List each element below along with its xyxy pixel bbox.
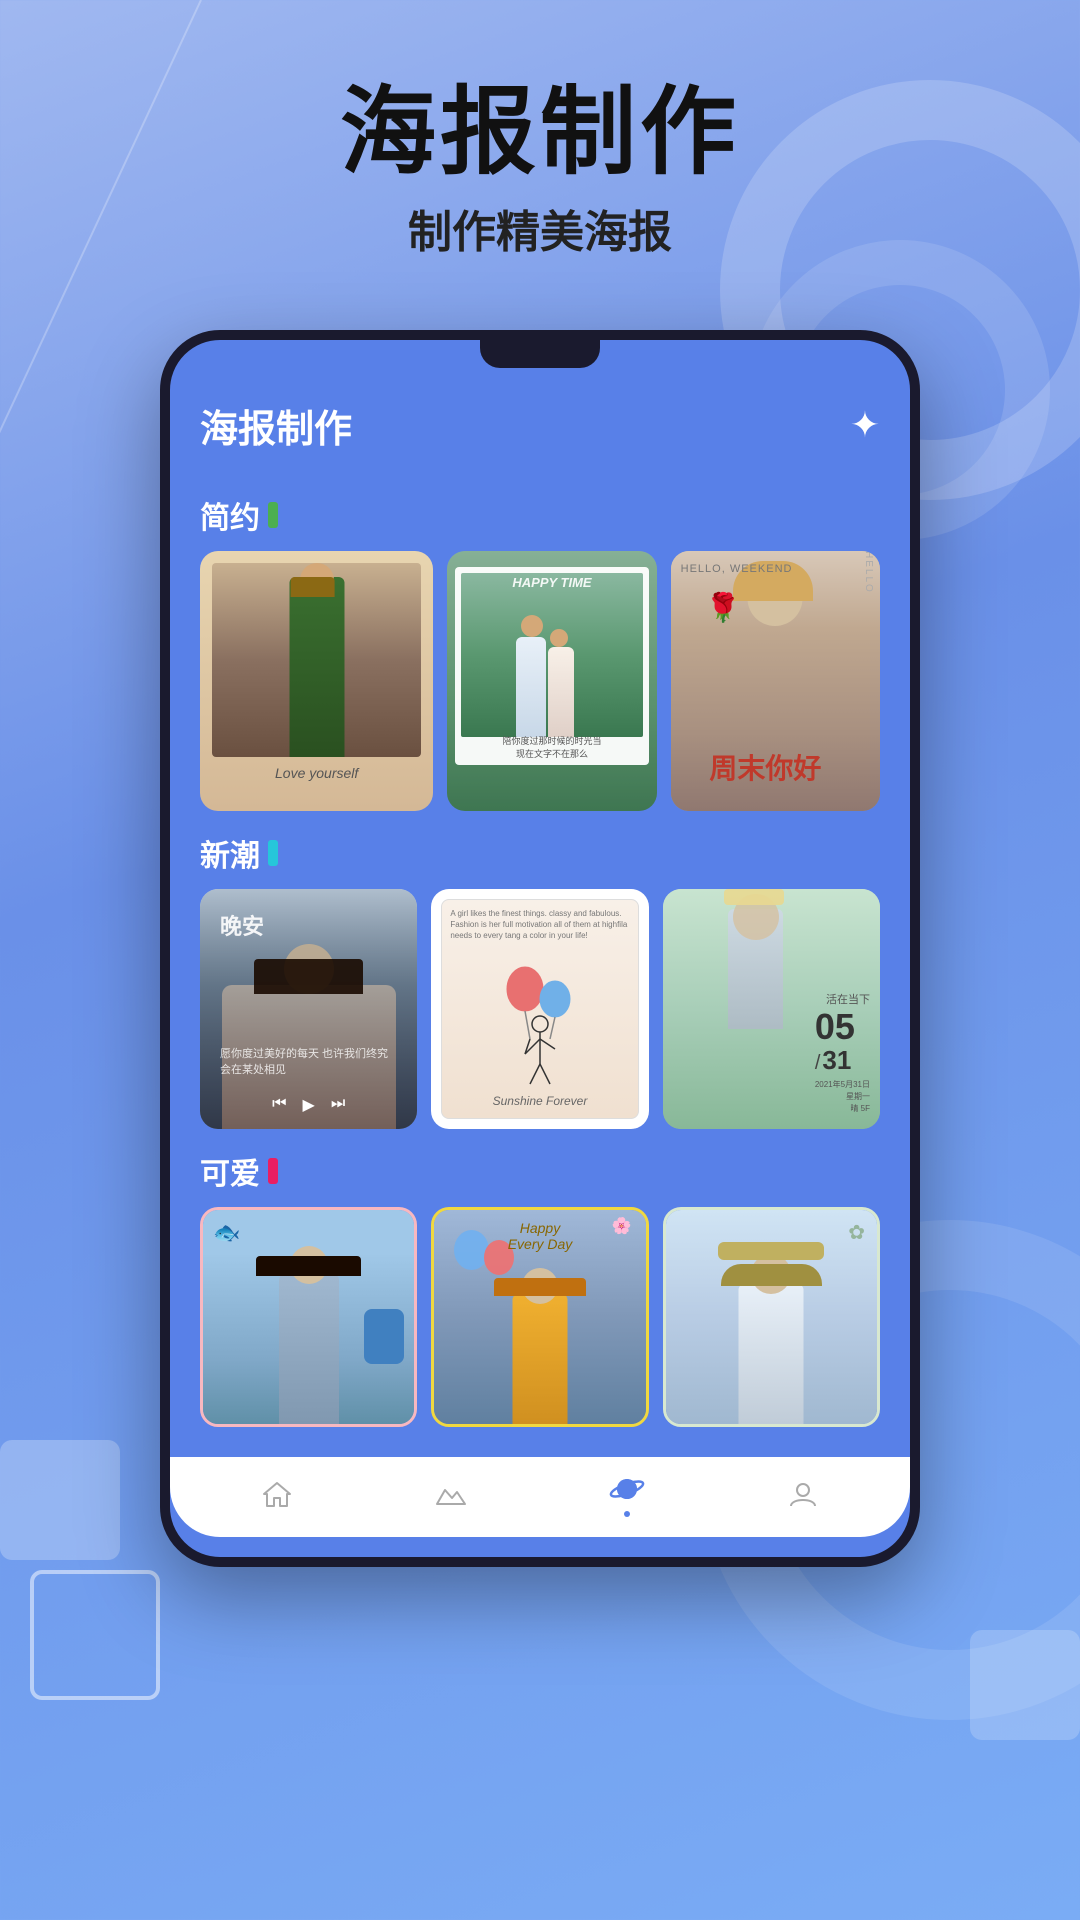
prev-icon[interactable]: ⏮ bbox=[272, 1095, 286, 1115]
cute-template-grid: 🐟 HappyEvery Day 🌸 bbox=[200, 1207, 880, 1427]
template-happy-time[interactable]: 陪你度过那时候的时光当现在文字不在那么 HAPPY TIME bbox=[447, 551, 656, 811]
section-simple: 简约 bbox=[200, 493, 880, 537]
nav-active-dot bbox=[624, 1511, 630, 1517]
section-simple-label: 简约 bbox=[200, 493, 260, 537]
weekend-en-text: HELLO, WEEKEND bbox=[681, 563, 793, 575]
section-cute-accent bbox=[268, 1158, 278, 1184]
section-trendy-accent bbox=[268, 840, 278, 866]
weather-slash: / bbox=[815, 1052, 821, 1075]
happy-time-text: 陪你度过那时候的时光当现在文字不在那么 bbox=[459, 735, 644, 760]
section-simple-accent bbox=[268, 502, 278, 528]
sparkle-icon: ✦ bbox=[850, 404, 880, 446]
section-trendy: 新潮 bbox=[200, 831, 880, 875]
home-icon bbox=[261, 1480, 293, 1508]
phone-mockup: 海报制作 ✦ 简约 Love yourself bbox=[160, 330, 920, 1567]
deco-square-1 bbox=[0, 1440, 120, 1560]
app-inner-title: 海报制作 bbox=[200, 398, 352, 453]
page-header: 海报制作 制作精美海报 bbox=[0, 0, 1080, 300]
template-weather[interactable]: 活在当下 05 / 31 2021年5月31日星期一晴 5F bbox=[663, 889, 880, 1129]
template-goodnight[interactable]: 晚安 愿你度过美好的每天 也许我们终究会在某处相见 ⏮ ▶ ⏭ bbox=[200, 889, 417, 1129]
page-title: 海报制作 bbox=[0, 80, 1080, 186]
weather-info: 活在当下 05 / 31 2021年5月31日星期一晴 5F bbox=[815, 991, 870, 1115]
happy-time-title: HAPPY TIME bbox=[447, 575, 656, 590]
bottom-navigation bbox=[170, 1457, 910, 1537]
template-hello-weekend[interactable]: 🌹 HELLO, WEEKEND 周末你好 HELLO bbox=[671, 551, 880, 811]
section-trendy-label: 新潮 bbox=[200, 831, 260, 875]
cute-blue-icon: 🐟 bbox=[213, 1220, 240, 1246]
nav-landscape[interactable] bbox=[435, 1480, 467, 1508]
music-controls[interactable]: ⏮ ▶ ⏭ bbox=[200, 1095, 417, 1115]
profile-icon bbox=[787, 1480, 819, 1508]
sunshine-top-text: A girl likes the finest things. classy a… bbox=[450, 908, 629, 942]
template-love-yourself[interactable]: Love yourself bbox=[200, 551, 433, 811]
section-cute: 可爱 bbox=[200, 1149, 880, 1193]
play-icon[interactable]: ▶ bbox=[303, 1095, 315, 1115]
sunshine-sketch bbox=[480, 949, 600, 1089]
simple-template-grid: Love yourself 陪你度过那时候的时光当现在文字不在那么 bbox=[200, 551, 880, 811]
love-yourself-image bbox=[212, 563, 421, 757]
phone-content: 海报制作 ✦ 简约 Love yourself bbox=[170, 368, 910, 1447]
weather-day: 31 bbox=[822, 1045, 851, 1076]
phone-notch bbox=[480, 340, 600, 368]
template-cute-blue[interactable]: 🐟 bbox=[200, 1207, 417, 1427]
weekend-vertical-text: HELLO bbox=[863, 551, 874, 811]
deco-square-2 bbox=[30, 1570, 160, 1700]
goodnight-subtext: 愿你度过美好的每天 也许我们终究会在某处相见 bbox=[220, 1046, 397, 1079]
goodnight-main-text: 晚安 bbox=[220, 909, 264, 941]
section-cute-label: 可爱 bbox=[200, 1149, 260, 1193]
weather-activity: 活在当下 bbox=[815, 991, 870, 1007]
weather-month: 05 bbox=[815, 1009, 855, 1045]
flower-deco: 🌸 bbox=[612, 1216, 632, 1236]
nav-profile[interactable] bbox=[787, 1480, 819, 1508]
app-header: 海报制作 ✦ bbox=[200, 388, 880, 473]
landscape-icon bbox=[435, 1480, 467, 1508]
trendy-template-grid: 晚安 愿你度过美好的每天 也许我们终究会在某处相见 ⏮ ▶ ⏭ A girl l… bbox=[200, 889, 880, 1129]
template-happy-every-day[interactable]: HappyEvery Day 🌸 bbox=[431, 1207, 648, 1427]
deco-square-3 bbox=[970, 1630, 1080, 1740]
planet-icon bbox=[609, 1471, 645, 1507]
next-icon[interactable]: ⏭ bbox=[331, 1095, 345, 1115]
weekend-cn-text: 周末你好 bbox=[679, 752, 852, 786]
sunshine-caption: Sunshine Forever bbox=[442, 1094, 637, 1108]
cute-dress-deco: ✿ bbox=[848, 1220, 865, 1245]
nav-planet[interactable] bbox=[609, 1471, 645, 1517]
template-sunshine[interactable]: A girl likes the finest things. classy a… bbox=[431, 889, 648, 1129]
page-subtitle: 制作精美海报 bbox=[0, 196, 1080, 260]
template-cute-dress[interactable]: ✿ bbox=[663, 1207, 880, 1427]
love-yourself-caption: Love yourself bbox=[275, 765, 358, 781]
nav-home[interactable] bbox=[261, 1480, 293, 1508]
weather-detail: 2021年5月31日星期一晴 5F bbox=[815, 1079, 870, 1115]
